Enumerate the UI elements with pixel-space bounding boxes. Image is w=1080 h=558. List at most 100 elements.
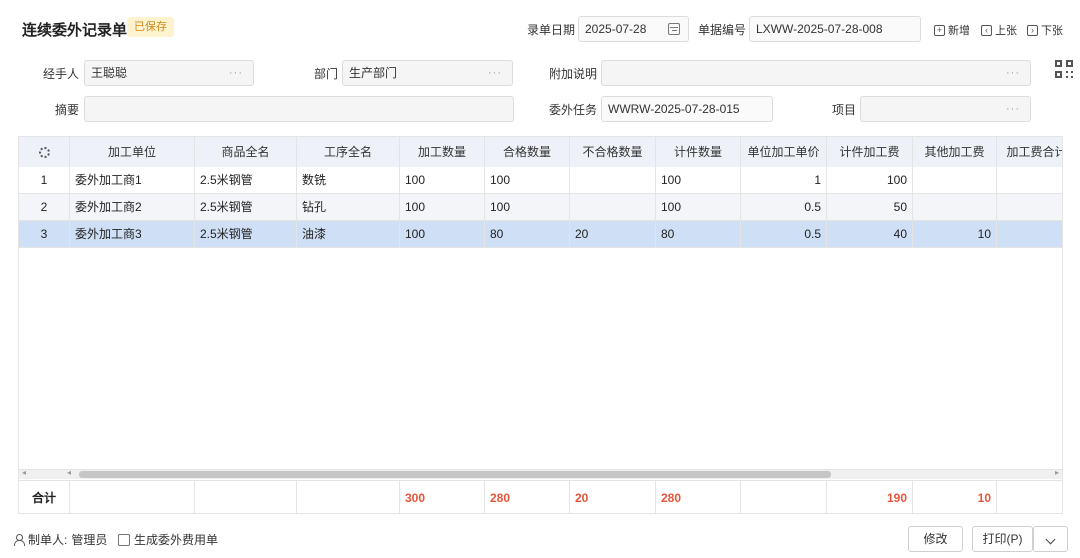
page-title: 连续委外记录单 [22,22,128,39]
table-cell[interactable]: 2.5米钢管 [195,167,297,193]
table-cell[interactable]: 40 [827,221,913,247]
table-cell[interactable]: 100 [400,194,485,220]
total-cell [297,481,400,513]
new-button[interactable]: + 新增 [934,22,970,38]
total-cell: 20 [570,481,656,513]
user-icon [14,534,25,546]
table-cell[interactable] [997,221,1062,247]
ellipsis-icon[interactable]: ··· [1006,97,1020,121]
gear-icon[interactable] [38,147,50,159]
total-cell: 2 [997,481,1062,513]
table-cell[interactable]: 钻孔 [297,194,400,220]
dept-label: 部门 [314,67,339,81]
table-cell[interactable]: 委外加工商3 [70,221,195,247]
table-cell[interactable] [570,167,656,193]
doc-no-field[interactable]: LXWW-2025-07-28-008 [749,16,921,42]
table-cell[interactable]: 100 [827,167,913,193]
column-header[interactable]: 合格数量 [485,137,570,167]
prev-button[interactable]: ‹ 上张 [981,22,1017,38]
table-row-selected[interactable]: 3 委外加工商3 2.5米钢管 油漆 100 80 20 80 0.5 40 1… [19,221,1062,248]
qr-code-icon[interactable] [1055,60,1073,78]
table-body: 1 委外加工商1 2.5米钢管 数铣 100 100 100 1 100 1 2… [19,167,1062,248]
chevron-left-square-icon: ‹ [981,24,992,36]
checkbox[interactable] [118,533,130,546]
table-cell[interactable]: 100 [656,167,741,193]
column-header[interactable]: 其他加工费 [913,137,997,167]
print-dropdown-button[interactable] [1033,526,1068,552]
scroll-right-icon[interactable]: ▸ [1055,468,1059,477]
table-cell[interactable]: 委外加工商1 [70,167,195,193]
table-cell[interactable]: 0.5 [741,221,827,247]
table-cell[interactable]: 1 [741,167,827,193]
extra-field[interactable]: ··· [601,60,1031,86]
date-label: 录单日期 [527,23,576,37]
table-cell[interactable]: 2.5米钢管 [195,221,297,247]
table-cell[interactable]: 80 [485,221,570,247]
print-button[interactable]: 打印(P) [972,526,1033,552]
handler-label: 经手人 [43,67,80,81]
generate-fee-checkbox[interactable]: 生成委外费用单 [118,531,218,548]
table-cell[interactable]: 10 [913,221,997,247]
extra-label: 附加说明 [549,67,598,81]
table-cell[interactable]: 50 [827,194,913,220]
column-header[interactable]: 加工单位 [70,137,195,167]
scroll-left-step-icon[interactable]: ◂ [67,468,71,477]
plus-square-icon: + [934,24,945,36]
table-cell[interactable] [913,167,997,193]
table-cell[interactable] [570,194,656,220]
table-cell[interactable]: 20 [570,221,656,247]
maker-value: 管理员 [71,533,108,547]
ellipsis-icon[interactable]: ··· [1006,61,1020,85]
column-settings-header[interactable] [19,137,70,167]
doc-no-label: 单据编号 [698,23,747,37]
table-row[interactable]: 2 委外加工商2 2.5米钢管 钻孔 100 100 100 0.5 50 [19,194,1062,221]
column-header[interactable]: 商品全名 [195,137,297,167]
date-field[interactable]: 2025-07-28 [578,16,689,42]
table-cell[interactable]: 80 [656,221,741,247]
table-cell[interactable]: 100 [485,167,570,193]
table-cell[interactable]: 委外加工商2 [70,194,195,220]
next-label: 下张 [1041,25,1063,37]
table-cell[interactable]: 油漆 [297,221,400,247]
task-field[interactable]: WWRW-2025-07-28-015 [601,96,773,122]
next-button[interactable]: › 下张 [1027,22,1063,38]
summary-field[interactable] [84,96,514,122]
table-row[interactable]: 1 委外加工商1 2.5米钢管 数铣 100 100 100 1 100 1 [19,167,1062,194]
table-cell[interactable]: 1 [997,167,1062,193]
column-header[interactable]: 计件数量 [656,137,741,167]
table-cell[interactable]: 100 [485,194,570,220]
column-header[interactable]: 单位加工单价 [741,137,827,167]
handler-field[interactable]: 王聪聪 ··· [84,60,254,86]
column-header[interactable]: 加工数量 [400,137,485,167]
column-header[interactable]: 工序全名 [297,137,400,167]
horizontal-scrollbar[interactable]: ◂ ◂ ▸ [19,468,1062,479]
column-header[interactable]: 计件加工费 [827,137,913,167]
table-cell[interactable]: 100 [400,167,485,193]
edit-button[interactable]: 修改 [908,526,963,552]
chevron-right-square-icon: › [1027,24,1038,36]
scroll-left-icon[interactable]: ◂ [22,468,26,477]
table-cell[interactable] [997,194,1062,220]
project-label: 项目 [832,103,857,117]
ellipsis-icon[interactable]: ··· [229,61,243,85]
total-cell [741,481,827,513]
checkbox-label: 生成委外费用单 [134,533,219,547]
ellipsis-icon[interactable]: ··· [488,61,502,85]
row-number: 2 [19,194,70,220]
scrollbar-thumb[interactable] [79,471,831,478]
table-cell[interactable] [913,194,997,220]
table-cell[interactable]: 2.5米钢管 [195,194,297,220]
column-header[interactable]: 加工费合计 [997,137,1062,167]
table-cell[interactable]: 0.5 [741,194,827,220]
task-value: WWRW-2025-07-28-015 [608,102,740,116]
dept-field[interactable]: 生产部门 ··· [342,60,513,86]
table-cell[interactable]: 100 [656,194,741,220]
total-cell [195,481,297,513]
table-cell[interactable]: 数铣 [297,167,400,193]
prev-label: 上张 [995,25,1017,37]
project-field[interactable]: ··· [860,96,1031,122]
totals-label: 合计 [19,481,70,513]
calendar-icon[interactable] [668,23,680,35]
table-cell[interactable]: 100 [400,221,485,247]
column-header[interactable]: 不合格数量 [570,137,656,167]
